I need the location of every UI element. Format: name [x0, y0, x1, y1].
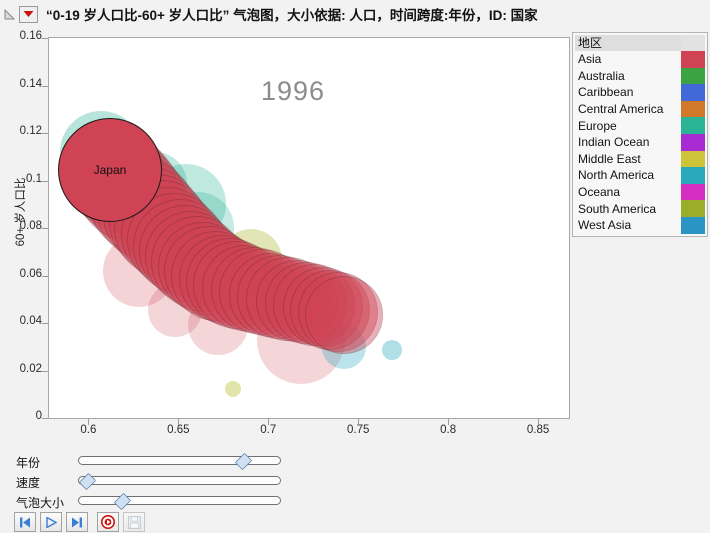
step-forward-icon	[70, 517, 84, 528]
background-bubble[interactable]	[225, 381, 242, 398]
legend-item-swatch[interactable]	[681, 200, 705, 217]
legend-item-oceana[interactable]: Oceana	[575, 183, 705, 201]
legend-item-middle-east[interactable]: Middle East	[575, 150, 705, 168]
background-bubble[interactable]	[382, 339, 403, 360]
legend-items: Asia Australia Caribbean Central America Eur…	[575, 51, 705, 234]
x-axis-tick-label: 0.65	[167, 424, 190, 436]
floppy-disk-icon	[127, 515, 141, 529]
step-back-icon	[18, 517, 32, 528]
legend-item-label: Australia	[578, 68, 625, 83]
highlighted-bubble-japan[interactable]: Japan	[57, 117, 162, 222]
legend-item-swatch[interactable]	[681, 216, 705, 234]
y-axis-tick-label: 0.12	[19, 125, 42, 137]
y-axis-tick-label: 0.14	[19, 77, 42, 90]
legend-item-swatch[interactable]	[681, 167, 705, 184]
step-forward-button[interactable]	[66, 512, 88, 532]
year-annotation: 1996	[261, 76, 326, 106]
x-axis-tick-label: 0.8	[440, 424, 457, 436]
legend-item-swatch[interactable]	[681, 84, 705, 101]
slider-label-year: 年份	[16, 456, 41, 470]
x-axis-tick-mark	[538, 419, 540, 425]
slider-track-bubble_size[interactable]	[78, 496, 281, 505]
slider-label-bubble_size: 气泡大小	[16, 496, 65, 510]
y-axis-tick-label: 0.02	[19, 362, 42, 375]
red-down-triangle-icon[interactable]	[19, 5, 38, 23]
legend-item-swatch[interactable]	[681, 51, 705, 68]
play-icon	[44, 516, 58, 528]
y-axis-tick-mark	[42, 370, 48, 372]
x-axis-tick-label: 0.6	[80, 424, 97, 436]
legend-item-indian-ocean[interactable]: Indian Ocean	[575, 133, 705, 151]
legend-item-label: Middle East	[578, 151, 641, 166]
step-back-button[interactable]	[14, 512, 36, 532]
legend-item-swatch[interactable]	[681, 117, 705, 134]
legend-item-label: Europe	[578, 118, 617, 133]
x-axis-tick-mark	[268, 419, 270, 425]
legend-item-label: Indian Ocean	[578, 135, 650, 150]
y-axis-tick-mark	[42, 38, 48, 39]
x-axis-tick-label: 0.7	[260, 424, 277, 436]
y-axis-tick-mark	[42, 180, 48, 182]
record-icon	[101, 515, 115, 529]
legend-item-caribbean[interactable]: Caribbean	[575, 84, 705, 101]
y-axis-tick-label: 0.08	[19, 220, 42, 232]
slider-track-speed[interactable]	[78, 476, 281, 485]
x-axis-tick-mark	[448, 419, 450, 425]
y-axis-tick-label: 0.16	[19, 30, 42, 42]
legend-item-australia[interactable]: Australia	[575, 67, 705, 85]
legend-item-central-america[interactable]: Central America	[575, 100, 705, 118]
y-axis-tick-label: 0.1	[26, 172, 42, 185]
x-axis-tick-mark	[88, 419, 90, 425]
legend-item-label: Asia	[578, 52, 602, 67]
y-axis-tick-mark	[42, 133, 48, 134]
trail-bubble[interactable]	[304, 276, 383, 355]
play-button[interactable]	[40, 512, 62, 532]
y-axis-tick-mark	[42, 323, 48, 324]
legend-header: 地区	[575, 35, 705, 51]
legend-item-swatch[interactable]	[681, 150, 705, 168]
legend-item-swatch[interactable]	[681, 67, 705, 85]
y-axis-tick-mark	[42, 228, 48, 229]
legend-item-west-asia[interactable]: West Asia	[575, 216, 705, 234]
legend-item-label: South America	[578, 201, 657, 216]
y-axis-tick-label: 0	[35, 410, 42, 422]
y-axis-tick-mark	[42, 418, 48, 419]
x-axis-tick-mark	[178, 419, 180, 425]
legend-item-swatch[interactable]	[681, 100, 705, 118]
y-axis-tick-mark	[42, 275, 48, 277]
plot-area[interactable]: 1996 Japan	[48, 37, 570, 419]
y-axis-tick-mark	[42, 85, 48, 87]
legend-item-swatch[interactable]	[681, 133, 705, 151]
x-axis-tick-label: 0.75	[346, 424, 370, 436]
legend-item-asia[interactable]: Asia	[575, 51, 705, 68]
legend-header-swatch	[681, 35, 705, 51]
slider-label-speed: 速度	[16, 476, 41, 490]
bubble-label: Japan	[93, 162, 127, 177]
record-button[interactable]	[97, 512, 119, 532]
legend-item-label: Oceana	[578, 185, 621, 200]
y-axis-tick-label: 0.06	[19, 267, 42, 280]
legend-panel[interactable]: 地区 Asia Australia Caribbean Central America…	[572, 32, 708, 237]
legend-item-label: North America	[578, 168, 655, 183]
save-button	[123, 512, 145, 532]
legend-item-label: West Asia	[578, 218, 632, 233]
animation-controls: 年份 速度 气泡大小	[0, 440, 710, 533]
legend-header-label: 地区	[575, 35, 681, 51]
x-axis-tick-mark	[358, 419, 360, 425]
legend-item-label: Caribbean	[578, 85, 634, 100]
page-title: “0-19 岁人口比-60+ 岁人口比” 气泡图，大小依据: 人口，时间跨度:年…	[46, 8, 538, 23]
y-axis-tick-label: 0.04	[19, 315, 42, 327]
legend-item-label: Central America	[578, 102, 664, 117]
x-axis-tick-label: 0.85	[526, 424, 550, 436]
window-title-bar: “0-19 岁人口比-60+ 岁人口比” 气泡图，大小依据: 人口，时间跨度:年…	[0, 0, 710, 29]
legend-item-europe[interactable]: Europe	[575, 117, 705, 134]
legend-item-swatch[interactable]	[681, 183, 705, 201]
legend-item-south-america[interactable]: South America	[575, 200, 705, 217]
legend-item-north-america[interactable]: North America	[575, 167, 705, 184]
disclosure-triangle-icon[interactable]	[2, 0, 16, 28]
